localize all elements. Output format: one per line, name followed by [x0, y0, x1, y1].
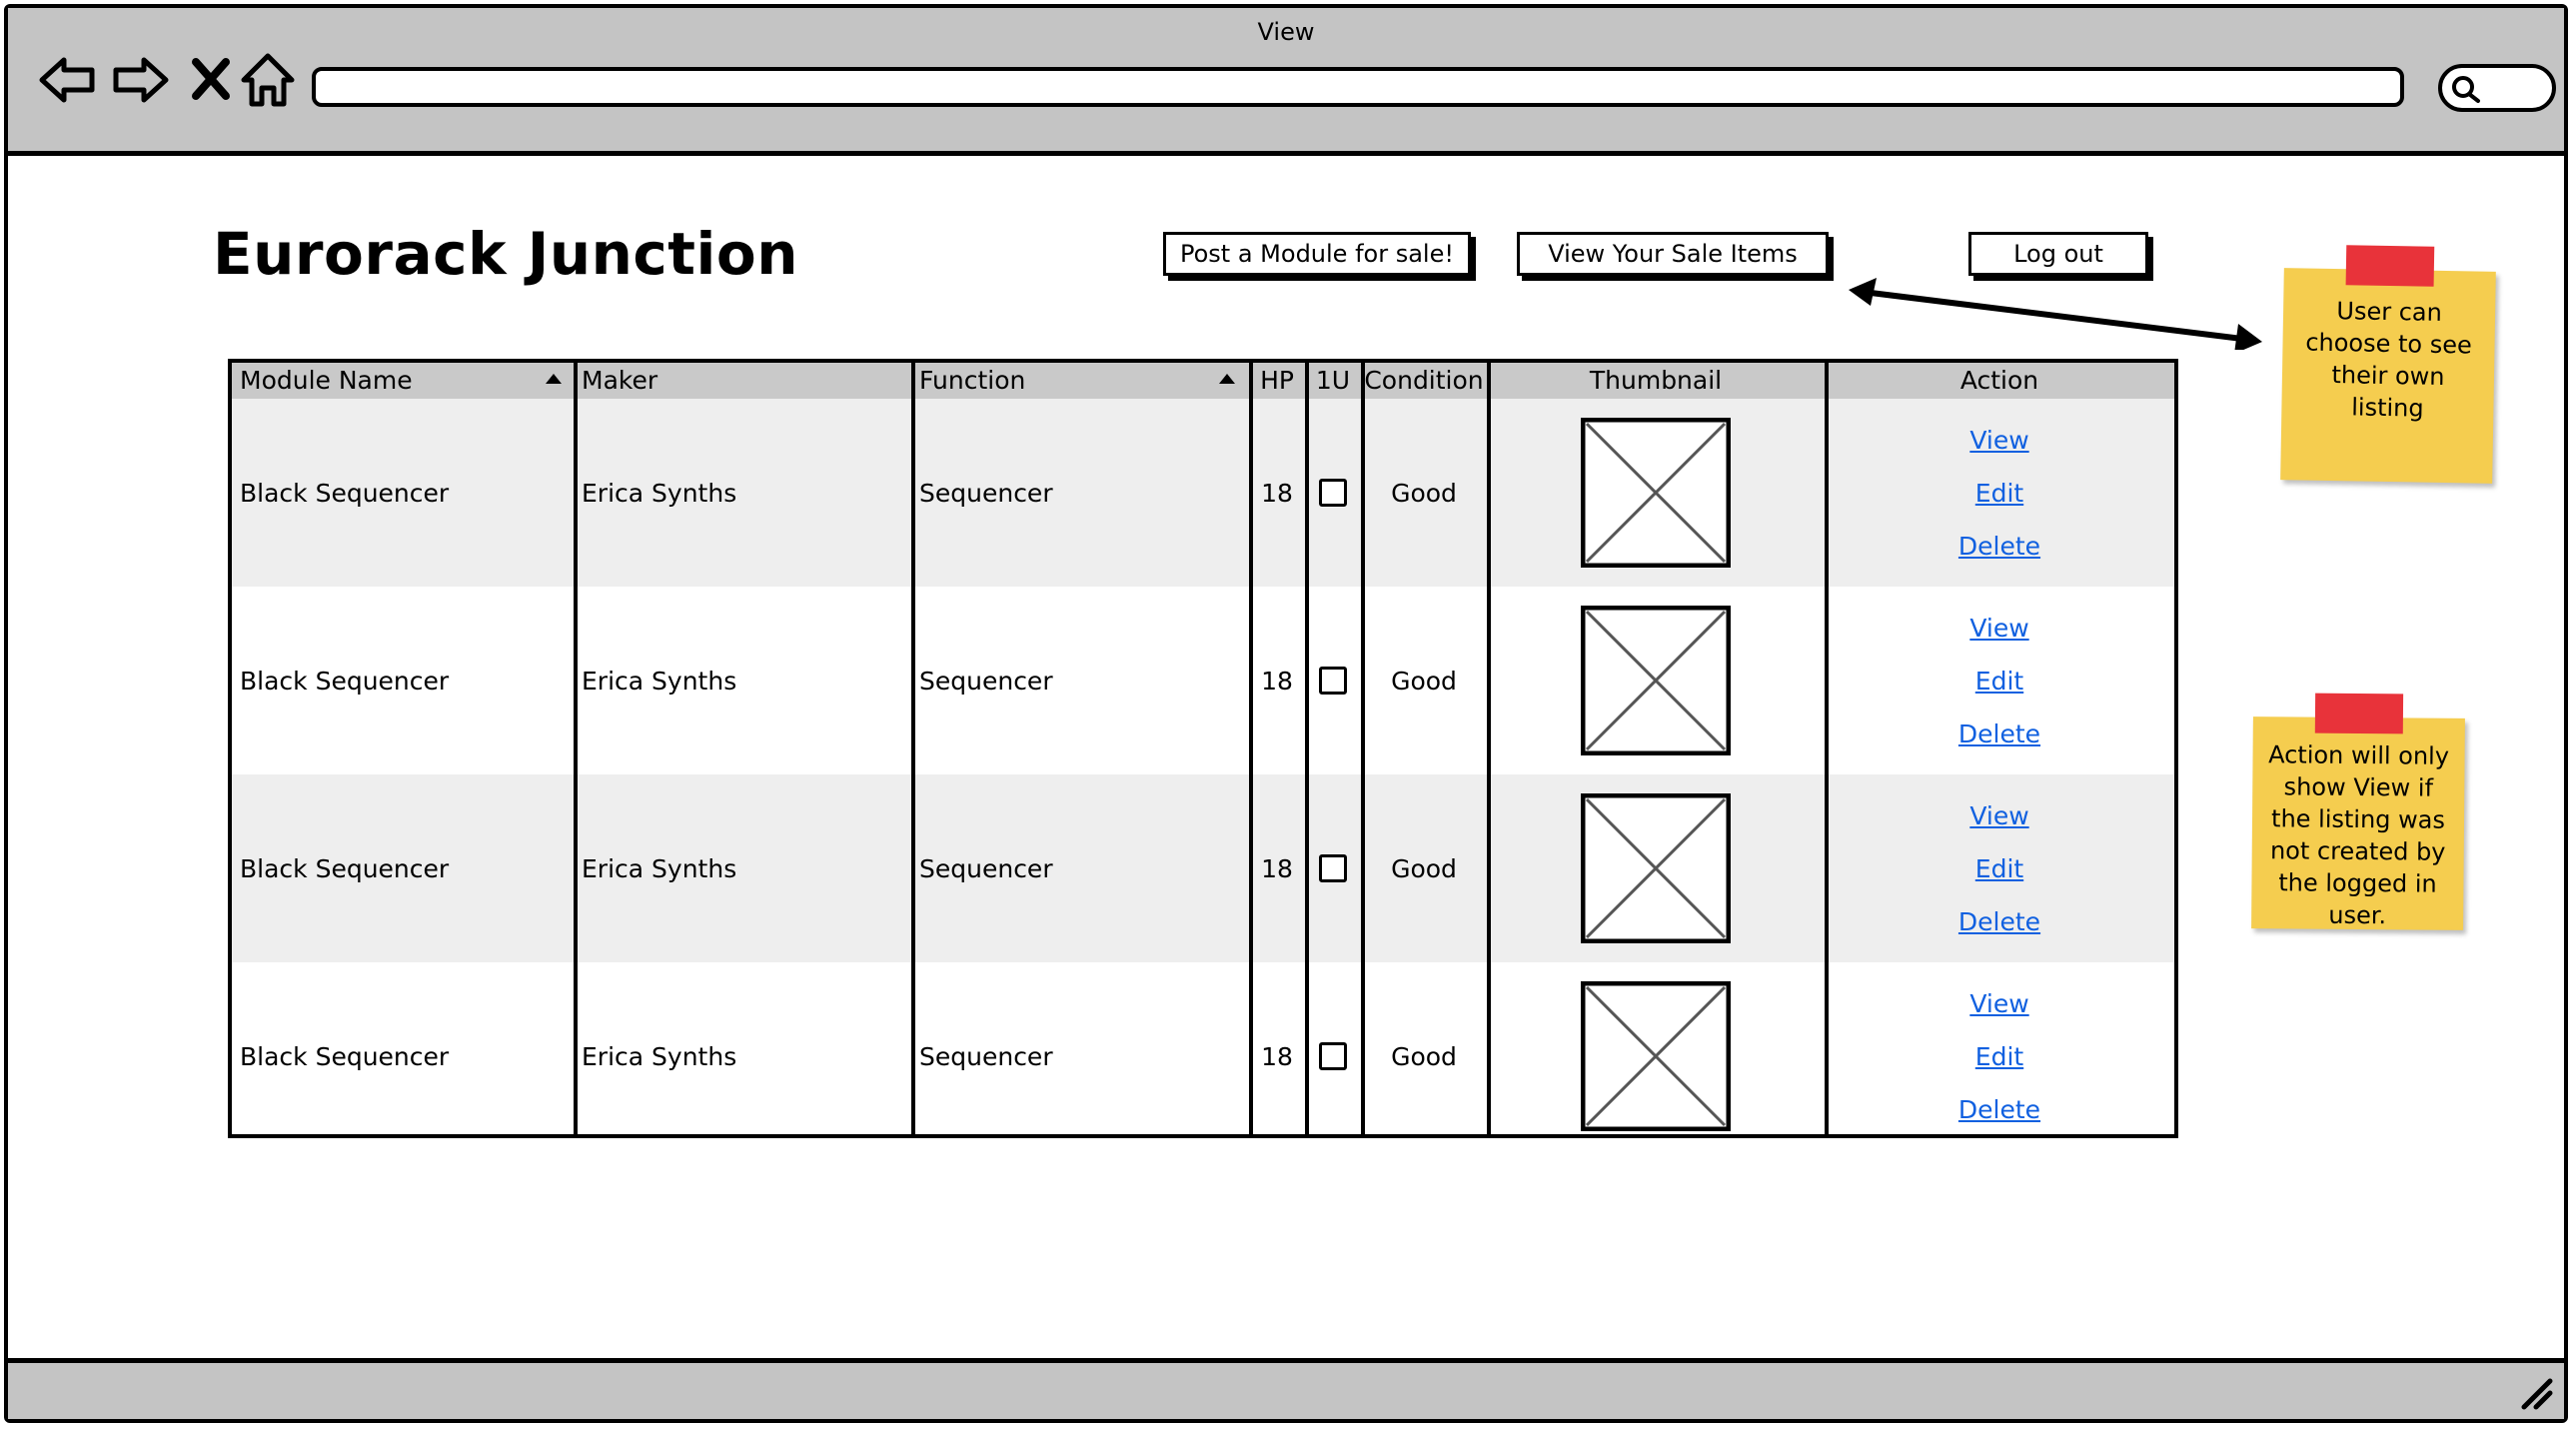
one-u-checkbox[interactable] — [1319, 1042, 1347, 1070]
delete-link[interactable]: Delete — [1958, 907, 2040, 936]
cell-maker: Erica Synths — [582, 853, 737, 883]
cell-hp: 18 — [1261, 666, 1293, 696]
page-title: Eurorack Junction — [213, 220, 799, 288]
column-divider — [911, 363, 915, 1134]
column-divider — [574, 363, 578, 1134]
delete-link[interactable]: Delete — [1958, 532, 2040, 561]
column-header-thumbnail[interactable]: Thumbnail — [1487, 363, 1825, 399]
edit-link[interactable]: Edit — [1975, 667, 2023, 696]
home-icon[interactable] — [236, 48, 300, 112]
image-placeholder-icon — [1581, 981, 1731, 1131]
edit-link[interactable]: Edit — [1975, 1042, 2023, 1071]
sort-ascending-icon[interactable] — [1219, 374, 1235, 384]
cell-module-name: Black Sequencer — [240, 1041, 450, 1071]
column-divider — [1249, 363, 1253, 1134]
column-divider — [1305, 363, 1309, 1134]
resize-grip-icon[interactable] — [2518, 1375, 2554, 1411]
cell-function: Sequencer — [919, 478, 1053, 508]
view-link[interactable]: View — [1969, 614, 2028, 643]
search-field[interactable] — [2438, 64, 2556, 112]
table-row: Black Sequencer Erica Synths Sequencer 1… — [232, 774, 2174, 962]
column-header-1u[interactable]: 1U — [1305, 363, 1361, 399]
view-link[interactable]: View — [1969, 801, 2028, 830]
delete-link[interactable]: Delete — [1958, 719, 2040, 748]
cell-maker: Erica Synths — [582, 666, 737, 696]
cell-function: Sequencer — [919, 1041, 1053, 1071]
tape-icon — [2345, 245, 2435, 287]
column-header-module-name[interactable]: Module Name — [232, 363, 574, 399]
cell-condition: Good — [1391, 1041, 1457, 1071]
cell-condition: Good — [1391, 666, 1457, 696]
cell-module-name: Black Sequencer — [240, 478, 450, 508]
cell-maker: Erica Synths — [582, 478, 737, 508]
cell-module-name: Black Sequencer — [240, 853, 450, 883]
column-header-action[interactable]: Action — [1825, 363, 2174, 399]
forward-arrow-icon[interactable] — [108, 48, 172, 112]
sticky-note-text: User can choose to see their own listing — [2305, 297, 2473, 423]
one-u-checkbox[interactable] — [1319, 667, 1347, 695]
tape-icon — [2314, 693, 2404, 734]
cell-hp: 18 — [1261, 1041, 1293, 1071]
column-divider — [1361, 363, 1365, 1134]
image-placeholder-icon — [1581, 606, 1731, 755]
table-row: Black Sequencer Erica Synths Sequencer 1… — [232, 587, 2174, 774]
browser-toolbar: View — [8, 8, 2564, 156]
cell-module-name: Black Sequencer — [240, 666, 450, 696]
column-header-hp[interactable]: HP — [1249, 363, 1305, 399]
view-sale-items-button[interactable]: View Your Sale Items — [1517, 232, 1829, 276]
edit-link[interactable]: Edit — [1975, 854, 2023, 883]
cell-hp: 18 — [1261, 853, 1293, 883]
one-u-checkbox[interactable] — [1319, 854, 1347, 882]
close-x-icon[interactable] — [180, 48, 244, 112]
cell-maker: Erica Synths — [582, 1041, 737, 1071]
listings-table: Module Name Maker Function HP 1U Conditi… — [228, 359, 2178, 1138]
column-header-maker[interactable]: Maker — [574, 363, 911, 399]
sort-ascending-icon[interactable] — [546, 374, 562, 384]
delete-link[interactable]: Delete — [1958, 1095, 2040, 1124]
image-placeholder-icon — [1581, 418, 1731, 568]
cell-function: Sequencer — [919, 666, 1053, 696]
sticky-note-own-listing: User can choose to see their own listing — [2280, 245, 2496, 484]
sticky-note-action-rule: Action will only show View if the listin… — [2251, 693, 2465, 930]
column-divider — [1487, 363, 1491, 1134]
post-module-button[interactable]: Post a Module for sale! — [1163, 232, 1471, 276]
column-header-function[interactable]: Function — [911, 363, 1249, 399]
image-placeholder-icon — [1581, 793, 1731, 943]
column-divider — [1825, 363, 1829, 1134]
cell-condition: Good — [1391, 853, 1457, 883]
edit-link[interactable]: Edit — [1975, 479, 2023, 508]
window-title: View — [1257, 18, 1315, 46]
one-u-checkbox[interactable] — [1319, 479, 1347, 507]
cell-condition: Good — [1391, 478, 1457, 508]
status-bar — [8, 1358, 2564, 1419]
table-row: Black Sequencer Erica Synths Sequencer 1… — [232, 399, 2174, 587]
cell-function: Sequencer — [919, 853, 1053, 883]
view-link[interactable]: View — [1969, 989, 2028, 1018]
browser-window: View Eurorack Junction Post a Module for… — [4, 4, 2568, 1423]
back-arrow-icon[interactable] — [36, 48, 100, 112]
cell-hp: 18 — [1261, 478, 1293, 508]
column-header-condition[interactable]: Condition — [1361, 363, 1487, 399]
view-link[interactable]: View — [1969, 426, 2028, 455]
table-row: Black Sequencer Erica Synths Sequencer 1… — [232, 962, 2174, 1150]
search-icon — [2452, 76, 2480, 103]
sticky-note-text: Action will only show View if the listin… — [2268, 740, 2450, 930]
annotation-arrow-icon — [1849, 278, 2262, 350]
address-bar[interactable] — [312, 67, 2404, 107]
